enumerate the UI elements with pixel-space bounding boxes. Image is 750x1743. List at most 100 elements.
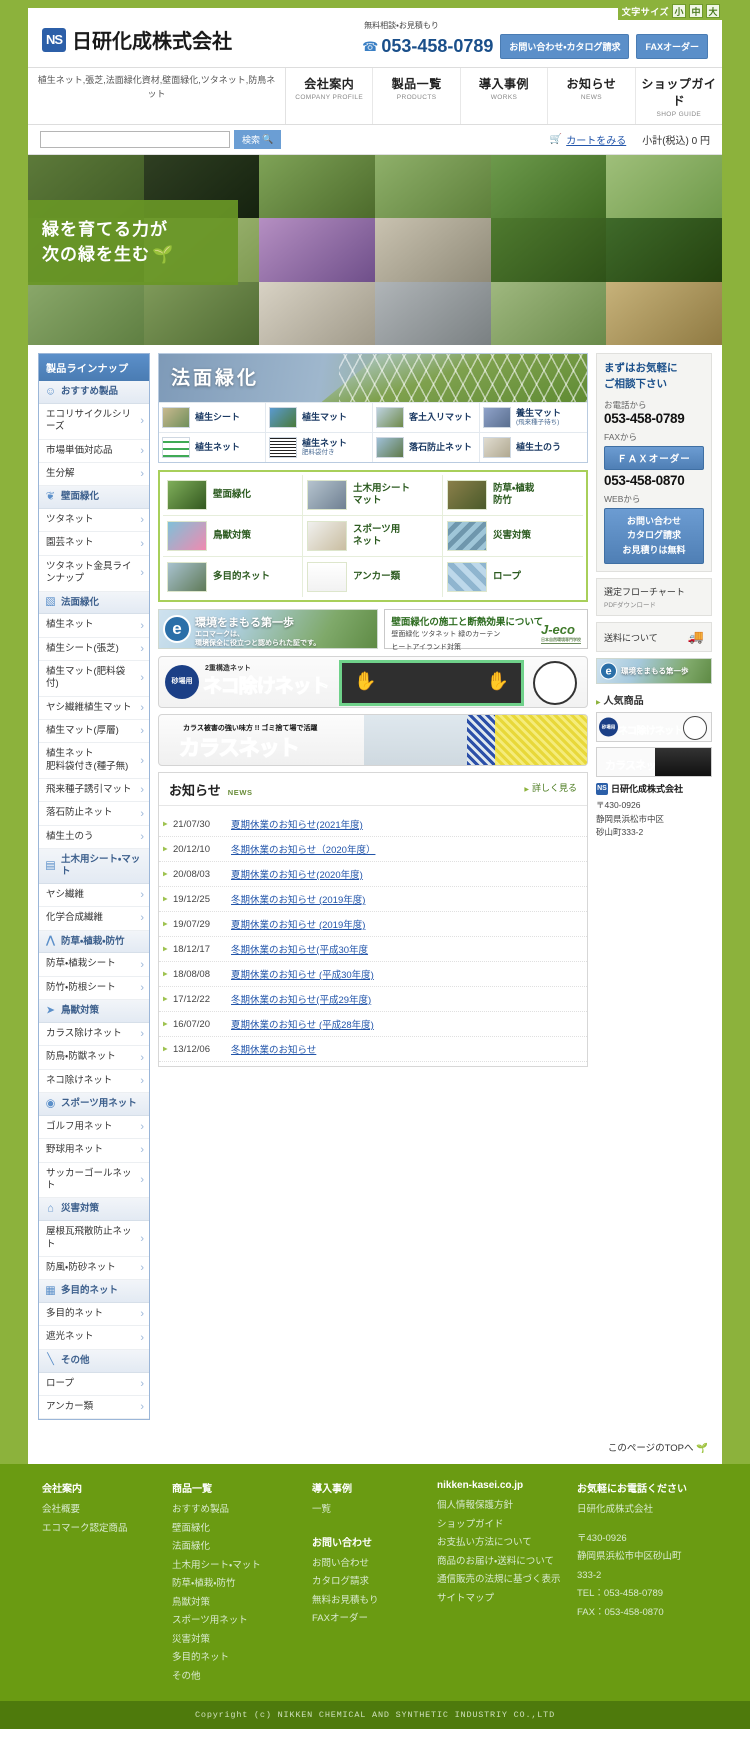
news-link[interactable]: 冬期休業のお知らせ (2019年度): [231, 892, 365, 906]
news-link[interactable]: 夏期休業のお知らせ (平成28年度): [231, 1017, 374, 1031]
category-cell-wall-greening[interactable]: 壁面緑化: [163, 475, 303, 516]
footer-link[interactable]: 法面緑化: [172, 1538, 304, 1557]
contact-catalog-button[interactable]: お問い合わせ・カタログ請求: [500, 34, 630, 59]
flowchart-link[interactable]: 選定フローチャート PDFダウンロード: [596, 578, 712, 617]
category-cell-disaster[interactable]: 災害対策: [443, 516, 583, 557]
footer-link[interactable]: スポーツ用ネット: [172, 1612, 304, 1631]
sidebar-item-golf-net[interactable]: ゴルフ用ネット: [39, 1116, 149, 1140]
footer-link[interactable]: サイトマップ: [437, 1590, 569, 1609]
sidebar-item-yane-kawara[interactable]: 屋根瓦飛散防止ネット: [39, 1221, 149, 1257]
sidebar-item-engei-net[interactable]: 園芸ネット: [39, 532, 149, 556]
news-row[interactable]: 20/12/10 冬期休業のお知らせ（2020年度）: [159, 837, 587, 862]
sidebar-item-tsutanet[interactable]: ツタネット: [39, 509, 149, 533]
news-link[interactable]: 夏期休業のお知らせ(2020年度): [231, 867, 363, 881]
sidebar-item-baseball-net[interactable]: 野球用ネット: [39, 1139, 149, 1163]
sidebar-item-neko-net[interactable]: ネコ除けネット: [39, 1070, 149, 1094]
product-cell-yojo-mat[interactable]: 養生マット (飛来種子待ち): [480, 402, 587, 432]
search-input[interactable]: [40, 131, 230, 148]
sidebar-item-bouchou-net[interactable]: 防鳥・防獣ネット: [39, 1046, 149, 1070]
nav-item-company[interactable]: 会社案内 COMPANY PROFILE: [286, 68, 374, 124]
footer-link[interactable]: ショップガイド: [437, 1516, 569, 1535]
sidebar-item-market-price[interactable]: 市場単価対応品: [39, 440, 149, 463]
promo-banner-karasu[interactable]: カラス被害の強い味方 !! ゴミ捨て場で活躍 カラスネット: [158, 714, 588, 766]
sidebar-item-boufuu-net[interactable]: 防風・防砂ネット: [39, 1257, 149, 1281]
sidebar-item-rakuseki-net[interactable]: 落石防止ネット: [39, 802, 149, 826]
product-cell-shokusei-donou[interactable]: 植生土のう: [480, 432, 587, 462]
sidebar-category-other[interactable]: ╲ その他: [39, 1349, 149, 1373]
nav-item-shopguide[interactable]: ショップガイド SHOP GUIDE: [636, 68, 722, 124]
footer-link[interactable]: 個人情報保護方針: [437, 1497, 569, 1516]
sidebar-category-recommend[interactable]: ☺ おすすめ製品: [39, 381, 149, 404]
category-cell-weed-control[interactable]: 防草・植栽 防竹: [443, 475, 583, 516]
cart-link[interactable]: カートをみる: [566, 132, 626, 147]
footer-link[interactable]: FAXオーダー: [312, 1610, 429, 1629]
product-cell-kyakudo-mat[interactable]: 客土入リマット: [373, 402, 480, 432]
sidebar-item-bousou-sheet[interactable]: 防草・植栽シート: [39, 953, 149, 977]
sidebar-category-sports-net[interactable]: ◉ スポーツ用ネット: [39, 1093, 149, 1116]
footer-link[interactable]: 防草・植栽・防竹: [172, 1575, 304, 1594]
footer-link[interactable]: その他: [172, 1668, 304, 1687]
news-row[interactable]: 13/12/06 冬期休業のお知らせ: [159, 1037, 587, 1062]
footer-link[interactable]: 一覧: [312, 1501, 429, 1520]
sidebar-item-eco-recycle[interactable]: エコリサイクルシリーズ: [39, 404, 149, 440]
footer-link[interactable]: お支払い方法について: [437, 1534, 569, 1553]
product-cell-shokusei-sheet[interactable]: 植生シート: [159, 402, 266, 432]
sidebar-item-bouchiku-sheet[interactable]: 防竹・防根シート: [39, 977, 149, 1001]
news-link[interactable]: 冬期休業のお知らせ（2020年度）: [231, 842, 375, 856]
sidebar-item-kagaku-gousei[interactable]: 化学合成繊維: [39, 907, 149, 931]
to-top-link[interactable]: このページのTOPへ 🌱: [608, 1443, 708, 1454]
product-cell-shokusei-mat[interactable]: 植生マット: [266, 402, 373, 432]
footer-link[interactable]: 土木用シート・マット: [172, 1557, 304, 1576]
sidebar-category-slope-greening[interactable]: ▧ 法面緑化: [39, 591, 149, 615]
news-link[interactable]: 冬期休業のお知らせ(平成30年度: [231, 942, 368, 956]
product-cell-shokusei-net[interactable]: 植生ネット: [159, 432, 266, 462]
popular-banner-karasu[interactable]: カラスネット: [596, 747, 712, 778]
sidebar-item-shokusei-sheet[interactable]: 植生シート(張芝): [39, 638, 149, 662]
sidebar-category-civil-sheet[interactable]: ▤ 土木用シート・マット: [39, 849, 149, 884]
popular-banner-neko[interactable]: 砂場用 ネコ除けネット: [596, 712, 712, 743]
news-link[interactable]: 夏期休業のお知らせ (2019年度): [231, 917, 365, 931]
sidebar-category-weed-control[interactable]: ⋀ 防草・植栽・防竹: [39, 930, 149, 954]
footer-link[interactable]: 通信販売の法規に基づく表示: [437, 1571, 569, 1590]
sidebar-item-soccer-net[interactable]: サッカーゴールネット: [39, 1163, 149, 1199]
category-cell-bird-control[interactable]: 鳥獣対策: [163, 516, 303, 557]
font-size-control[interactable]: 文字サイズ 小 中 大: [617, 2, 724, 20]
font-size-medium[interactable]: 中: [689, 4, 703, 18]
cart-group[interactable]: 🛒 カートをみる: [550, 132, 626, 147]
eco-mark-banner[interactable]: e 環境をまもる第一歩 エコマークは、 環境保全に役立つと認められた証です。: [158, 609, 379, 649]
footer-link[interactable]: カタログ請求: [312, 1573, 429, 1592]
news-link[interactable]: 夏期休業のお知らせ(2021年度): [231, 817, 363, 831]
category-cell-sports-net[interactable]: スポーツ用 ネット: [303, 516, 443, 557]
news-row[interactable]: 19/12/25 冬期休業のお知らせ (2019年度): [159, 887, 587, 912]
sidebar-item-yashi-sen-i[interactable]: ヤシ繊維: [39, 884, 149, 908]
footer-link[interactable]: エコマーク認定商品: [42, 1520, 164, 1539]
category-cell-anchor[interactable]: アンカー類: [303, 557, 443, 597]
sidebar-item-shokusei-net-hiryo[interactable]: 植生ネット 肥料袋付き(種子無): [39, 743, 149, 780]
category-cell-civil-sheet[interactable]: 土木用シート マット: [303, 475, 443, 516]
footer-link[interactable]: 多目的ネット: [172, 1649, 304, 1668]
search-button[interactable]: 検索 🔍: [234, 130, 282, 149]
sidebar-item-shokusei-mat-hiryo[interactable]: 植生マット(肥料袋付): [39, 661, 149, 697]
sidebar-web-contact-button[interactable]: お問い合わせ カタログ請求 お見積りは無料: [604, 507, 704, 565]
sidebar-item-anchor[interactable]: アンカー類: [39, 1396, 149, 1420]
sidebar-item-shokusei-net[interactable]: 植生ネット: [39, 614, 149, 638]
sidebar-item-hirai-shushi[interactable]: 飛来種子誘引マット: [39, 779, 149, 803]
news-link[interactable]: 冬期休業のお知らせ: [231, 1042, 316, 1056]
nav-item-works[interactable]: 導入事例 WORKS: [461, 68, 549, 124]
news-row[interactable]: 19/07/29 夏期休業のお知らせ (2019年度): [159, 912, 587, 937]
sidebar-item-shokusei-donou[interactable]: 植生土のう: [39, 826, 149, 850]
footer-link[interactable]: 商品のお届け・送料について: [437, 1553, 569, 1572]
footer-link[interactable]: 鳥獣対策: [172, 1594, 304, 1613]
jeco-banner[interactable]: 壁面緑化の施工と断熱効果について 壁面緑化 ツタネット 緑のカーテン ヒートアイ…: [384, 609, 588, 651]
fax-order-button[interactable]: FAXオーダー: [636, 34, 708, 59]
footer-link[interactable]: 災害対策: [172, 1631, 304, 1650]
sidebar-category-multipurpose[interactable]: ▦ 多目的ネット: [39, 1280, 149, 1304]
site-logo[interactable]: NS 日研化成株式会社: [42, 25, 232, 54]
sidebar-category-disaster[interactable]: ⌂ 災害対策: [39, 1198, 149, 1222]
footer-link[interactable]: 会社概要: [42, 1501, 164, 1520]
sidebar-item-shakou-net[interactable]: 遮光ネット: [39, 1326, 149, 1350]
news-more-link[interactable]: 詳しく見る: [524, 781, 577, 794]
font-size-large[interactable]: 大: [706, 4, 720, 18]
sidebar-fax-order-button[interactable]: ＦＡＸオーダー: [604, 445, 704, 470]
sidebar-item-karasu-net[interactable]: カラス除けネット: [39, 1023, 149, 1047]
